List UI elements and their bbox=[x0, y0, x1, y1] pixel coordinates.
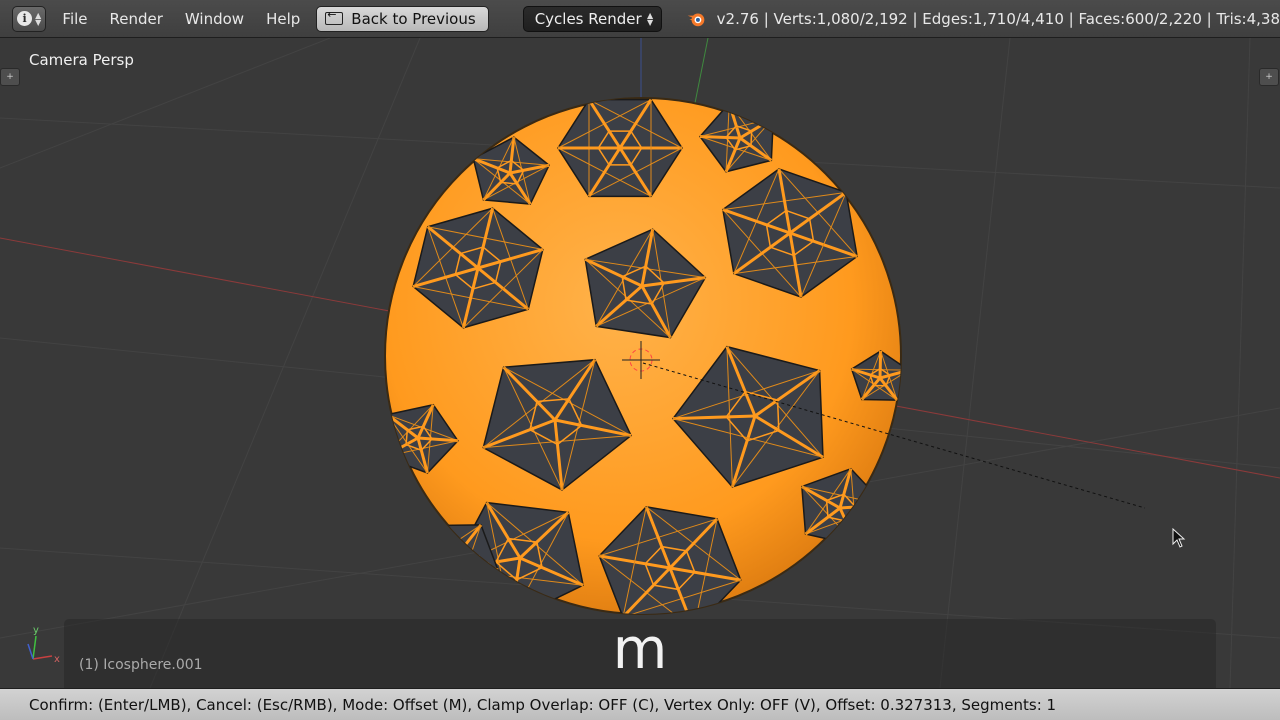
key-press-overlay: m bbox=[64, 617, 1216, 688]
3d-viewport[interactable]: y x Camera Persp + + m (1) Icosphere.001 bbox=[0, 38, 1280, 688]
y-axis-label: y bbox=[33, 625, 39, 636]
editor-type-button[interactable]: i ▲ ▼ bbox=[12, 5, 47, 32]
mesh-edge bbox=[878, 350, 883, 379]
properties-toggle[interactable]: + bbox=[1259, 68, 1279, 86]
menu-render[interactable]: Render bbox=[110, 10, 163, 28]
back-to-previous-label: Back to Previous bbox=[351, 9, 476, 28]
mesh-edge bbox=[453, 557, 458, 599]
axis-gizmo-icon bbox=[27, 635, 53, 660]
mouse-cursor-icon bbox=[1172, 528, 1186, 548]
toolshelf-toggle[interactable]: + bbox=[0, 68, 20, 86]
mesh-edge bbox=[699, 134, 741, 140]
select-arrows-icon: ▲ ▼ bbox=[647, 10, 654, 27]
mesh-edge bbox=[412, 569, 498, 572]
info-icon: i bbox=[17, 11, 33, 26]
render-engine-select[interactable]: Cycles Render ▲ ▼ bbox=[522, 5, 663, 32]
view-name-label: Camera Persp bbox=[29, 51, 134, 69]
scene-stats: v2.76 | Verts:1,080/2,192 | Edges:1,710/… bbox=[716, 9, 1280, 28]
header-bar: i ▲▼ File Render Window Help Back to Pre… bbox=[0, 0, 1280, 38]
updown-arrows-icon: ▲ ▼ bbox=[35, 10, 42, 27]
mesh-inner-face bbox=[439, 545, 471, 574]
key-press-text: m bbox=[612, 617, 668, 682]
render-engine-value: Cycles Render bbox=[534, 9, 642, 28]
status-bar-text: Confirm: (Enter/LMB), Cancel: (Esc/RMB),… bbox=[29, 695, 1057, 714]
menu-window[interactable]: Window bbox=[185, 10, 244, 28]
status-bar: Confirm: (Enter/LMB), Cancel: (Esc/RMB),… bbox=[0, 688, 1280, 720]
icosphere-mesh bbox=[384, 97, 902, 615]
back-to-previous-button[interactable]: Back to Previous bbox=[316, 5, 489, 32]
back-arrow-icon bbox=[325, 8, 344, 25]
viewport-scene: y x bbox=[0, 38, 1280, 688]
mesh-edge bbox=[426, 524, 457, 559]
blender-logo-icon bbox=[687, 12, 705, 26]
menu-file[interactable]: File bbox=[62, 10, 87, 28]
mesh-edge bbox=[427, 525, 457, 599]
active-object-label: (1) Icosphere.001 bbox=[79, 657, 203, 673]
x-axis-label: x bbox=[54, 654, 60, 665]
menu-help[interactable]: Help bbox=[266, 10, 300, 28]
